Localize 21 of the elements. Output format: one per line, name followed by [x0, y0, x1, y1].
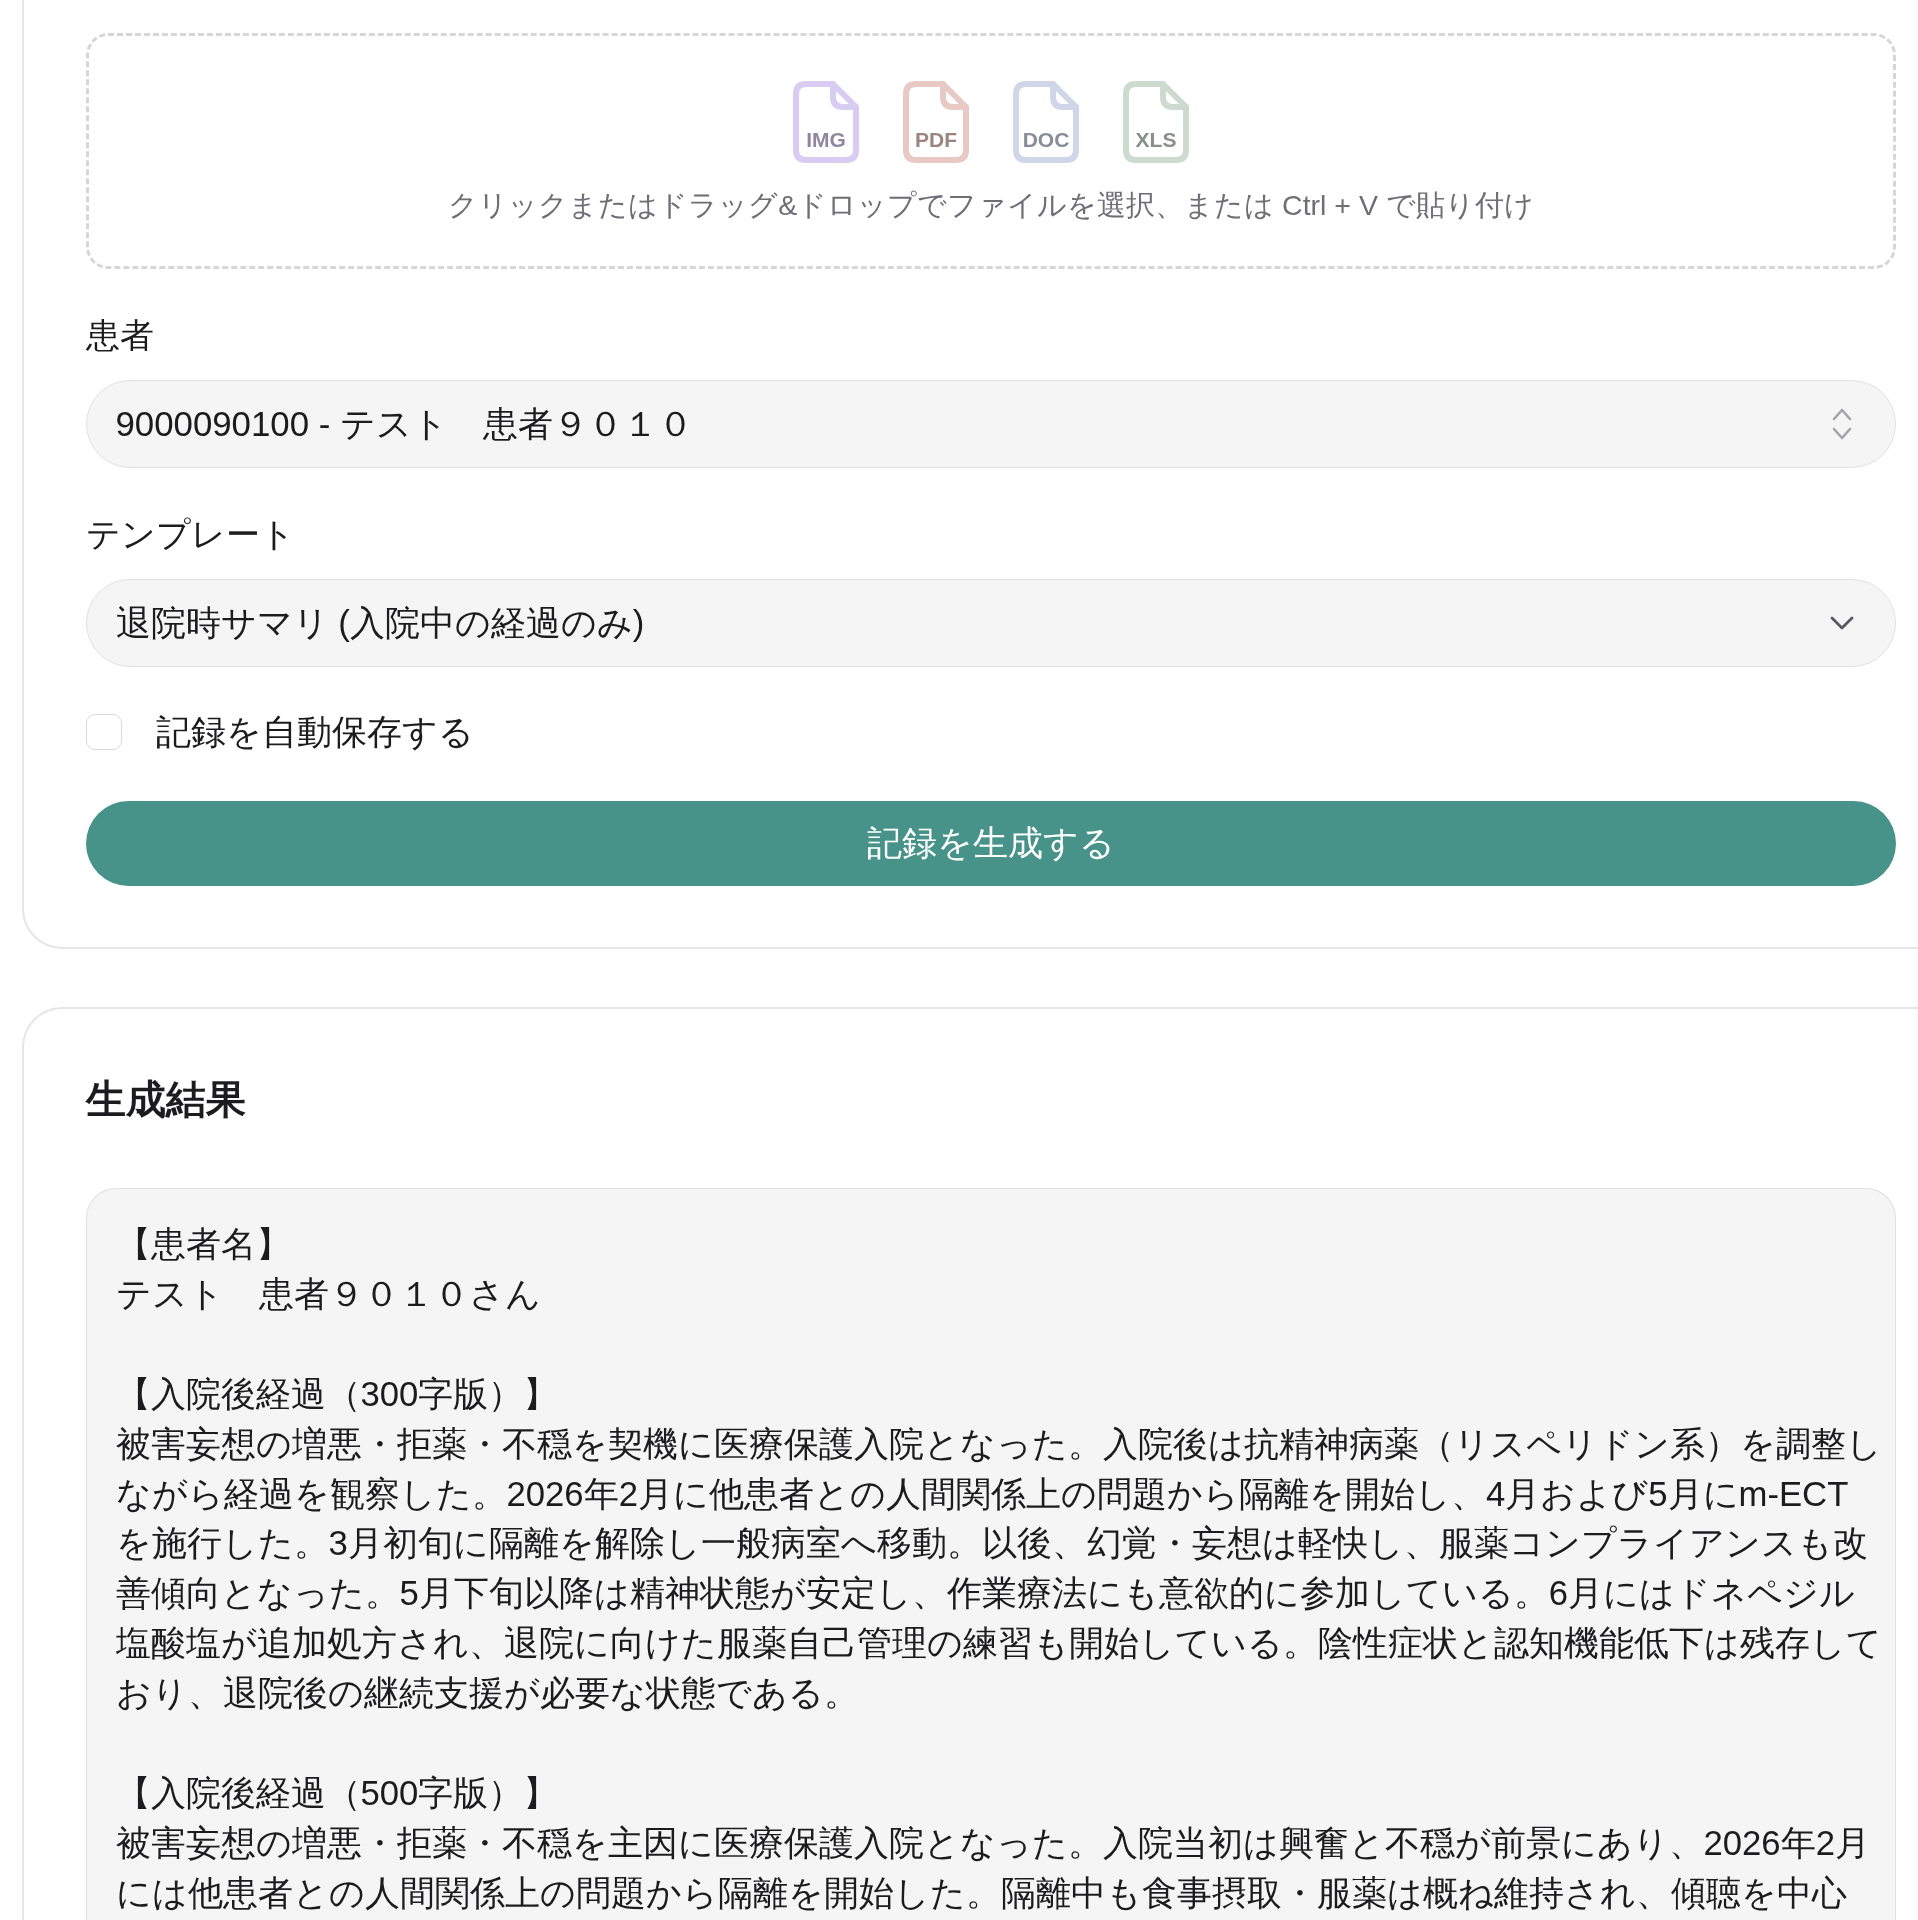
- section-text: 被害妄想の増悪・拒薬・不穏を主因に医療保護入院となった。入院当初は興奮と不穏が前景にあり、2026年2月 には他患者との人間関係上の問題から隔離を開始した。隔離中も食事摂取・服薬は概ね維持され、傾聴を中心: [115, 1822, 1870, 1914]
- patient-select[interactable]: 9000090100 - テスト 患者９０１０: [86, 380, 1896, 468]
- autosave-checkbox[interactable]: [86, 714, 122, 750]
- section-text: テスト 患者９０１０さん: [115, 1273, 541, 1315]
- field-label: 患者: [86, 315, 154, 356]
- template-select[interactable]: 退院時サマリ (入院中の経過のみ): [86, 579, 1896, 667]
- section-heading: 【入院後経過（300字版）】: [115, 1373, 559, 1415]
- section-heading: 【入院後経過（500字版）】: [115, 1772, 559, 1814]
- field-label: テンプレート: [86, 514, 295, 555]
- section-heading: 【患者名】: [115, 1224, 291, 1265]
- file-type-label: DOC: [1022, 128, 1070, 151]
- file-type-label: XLS: [1135, 128, 1177, 151]
- file-type-label: PDF: [915, 128, 957, 151]
- chevron-down-icon: [1830, 616, 1854, 630]
- section-text: 被害妄想の増悪・拒薬・不穏を契機に医療保護入院となった。入院後は抗精神病薬（リスペリドン系）を調整し ながら経過を観察した。2026年2月に他患者との人間関係上の問題から隔離を開始し、4月および5月にm-ECT を施行した。3月初旬に隔離を解除し一般病室へ移動。以後、幻覚・妄想は軽快し、服薬コンプライアンスも改 善傾向となった。5月下旬以降は精神状態が安定し、作業療法にも意欲的に参加している。6月にはドネペジル 塩酸塩が追加処方され、退院に向けた服薬自己管理の練習も開始している。陰性症状と認知機能低下は残存して おり、退院後の継続支援が必要な状態である。: [115, 1423, 1882, 1715]
- result-title: 生成結果: [86, 1076, 246, 1123]
- file-drop-zone[interactable]: IMG PDF DOC XLS クリックまたはドラッグ&ドロップでファイルを選択、または Ctrl + V で貼り付け: [86, 33, 1896, 269]
- generate-button[interactable]: 記録を生成する: [86, 801, 1896, 886]
- file-type-label: IMG: [806, 128, 846, 151]
- autosave-label[interactable]: 記録を自動保存する: [156, 709, 474, 755]
- drop-zone-hint: クリックまたはドラッグ&ドロップでファイルを選択、または Ctrl + V で貼り付け: [448, 188, 1534, 223]
